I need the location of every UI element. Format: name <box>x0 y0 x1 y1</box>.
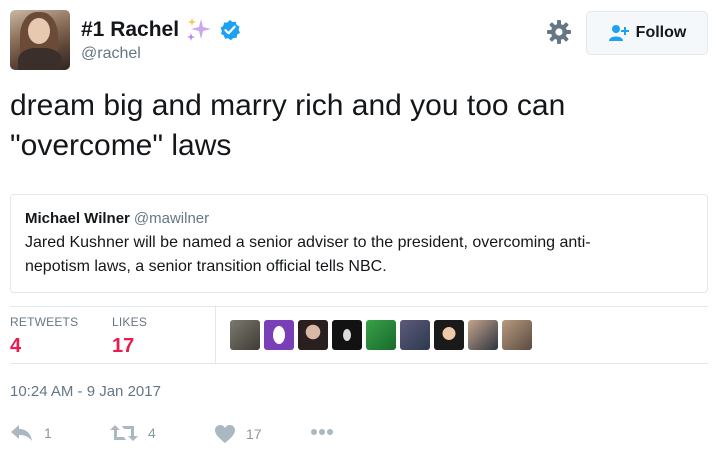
quoted-tweet-text: Jared Kushner will be named a senior adv… <box>25 231 693 279</box>
gear-icon[interactable] <box>546 19 572 45</box>
liker-avatar[interactable] <box>332 320 362 350</box>
stats-divider <box>215 307 216 363</box>
more-icon <box>311 429 333 435</box>
quoted-text-line: nepotism laws, a senior transition offic… <box>25 258 387 275</box>
liker-avatar[interactable] <box>366 320 396 350</box>
tweet-text: dream big and marry rich and you too can… <box>10 86 700 166</box>
quoted-tweet[interactable]: Michael Wilner @mawilner Jared Kushner wi… <box>10 194 708 293</box>
sparkles-icon <box>187 18 212 41</box>
follow-label: Follow <box>635 24 687 41</box>
retweet-count: 4 <box>148 425 156 441</box>
author-name[interactable]: #1 Rachel <box>81 18 179 42</box>
verified-badge-icon <box>220 20 241 41</box>
likes-label: LIKES <box>112 315 148 329</box>
avatar-face <box>28 18 50 44</box>
heart-icon <box>215 425 235 443</box>
author-name-row: #1 Rachel <box>81 16 241 44</box>
retweet-icon <box>110 425 138 441</box>
liker-avatar[interactable] <box>468 320 498 350</box>
liker-avatar[interactable] <box>434 320 464 350</box>
liker-avatar[interactable] <box>400 320 430 350</box>
quoted-tweet-header: Michael Wilner @mawilner <box>25 209 693 229</box>
retweets-stat[interactable]: RETWEETS 4 <box>10 315 78 358</box>
add-user-icon <box>608 25 629 41</box>
retweet-action[interactable]: 4 <box>110 424 156 442</box>
author-avatar[interactable] <box>10 10 70 70</box>
like-action[interactable]: 17 <box>214 424 262 444</box>
likers-avatars <box>230 320 532 350</box>
quoted-text-line: Jared Kushner will be named a senior adv… <box>25 234 591 251</box>
quoted-author-handle: @mawilner <box>133 210 210 227</box>
liker-avatar[interactable] <box>230 320 260 350</box>
reply-action[interactable]: 1 <box>10 424 52 442</box>
author-handle[interactable]: @rachel <box>81 45 141 63</box>
reply-count: 1 <box>44 425 52 441</box>
likes-count: 17 <box>112 335 135 357</box>
likes-stat[interactable]: LIKES 17 <box>112 315 147 358</box>
tweet-text-line: "overcome" laws <box>10 129 232 162</box>
like-count: 17 <box>246 426 262 442</box>
follow-button[interactable]: Follow <box>586 11 708 55</box>
retweets-label: RETWEETS <box>10 315 79 329</box>
liker-avatar[interactable] <box>264 320 294 350</box>
liker-avatar[interactable] <box>298 320 328 350</box>
tweet-text-line: dream big and marry rich and you too can <box>10 89 566 122</box>
retweets-count: 4 <box>10 335 22 357</box>
reply-icon <box>11 425 32 441</box>
liker-avatar[interactable] <box>502 320 532 350</box>
divider <box>10 306 708 307</box>
tweet-timestamp[interactable]: 10:24 AM - 9 Jan 2017 <box>10 383 161 400</box>
divider <box>10 363 708 364</box>
avatar-body <box>18 48 62 70</box>
more-action[interactable] <box>310 428 334 436</box>
quoted-author-name: Michael Wilner <box>25 210 130 227</box>
